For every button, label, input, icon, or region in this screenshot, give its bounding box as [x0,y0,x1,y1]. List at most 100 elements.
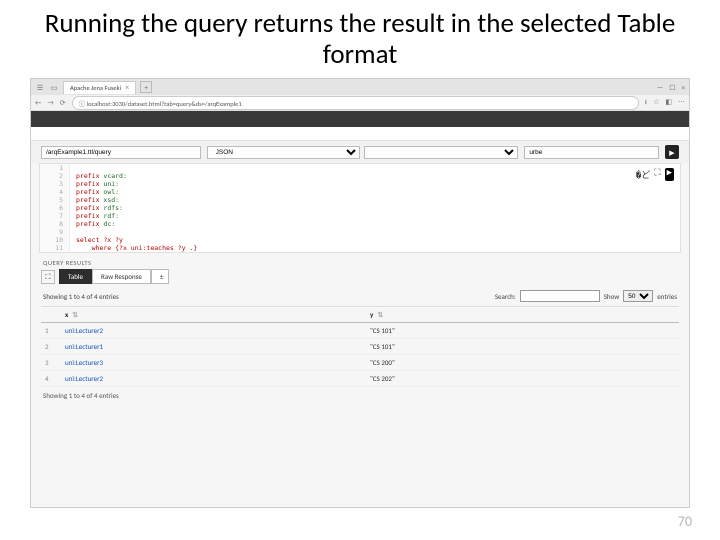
play-icon[interactable]: ▶ [665,168,674,181]
menu-icon[interactable]: ☰ [35,82,45,92]
cell-y: "CS 101" [370,342,675,351]
tab-title: Apache Jena Fuseki [70,84,121,92]
code-line[interactable]: 5prefix xsd: [40,196,680,204]
code-line[interactable]: 8prefix dc: [40,220,680,228]
url-input[interactable]: ⓘ localhost:3030/dataset.html?tab=query&… [72,96,639,110]
tab-table[interactable]: Table [59,269,92,284]
gutter: 8 [40,220,70,228]
cell-index: 4 [45,374,65,383]
entries-label: entries [657,292,677,301]
fullscreen-icon[interactable]: ⛶ [654,168,660,181]
gutter: 11 [40,244,70,252]
window-icon: ▭ [49,82,59,92]
table-header-row: x⇅ y⇅ [41,307,679,323]
browser-window: ☰ ▭ Apache Jena Fuseki × + — ☐ × ← → ⟳ ⓘ… [30,78,690,508]
code-line[interactable]: 7prefix rdf: [40,212,680,220]
cell-x[interactable]: uni:Lecturer2 [65,374,370,383]
dataset-input[interactable] [41,146,201,159]
code-line[interactable]: 4prefix owl: [40,188,680,196]
minimize-icon[interactable]: — [657,83,663,92]
close-window-icon[interactable]: × [682,83,686,92]
gutter: 5 [40,196,70,204]
code-line[interactable]: 9 [40,228,680,236]
table-row: 1uni:Lecturer2"CS 101" [41,323,679,339]
col-x[interactable]: x⇅ [65,310,370,319]
content-type-input[interactable] [524,146,659,159]
show-label: Show [604,292,620,301]
new-tab-button[interactable]: + [140,81,152,93]
browser-tab[interactable]: Apache Jena Fuseki × [63,81,136,94]
code-line[interactable]: 11 where {?x uni:teaches ?y .} [40,244,680,252]
run-query-button[interactable]: ▶ [665,145,679,159]
toggle-columns-button[interactable]: ± [151,269,169,284]
code-line[interactable]: 10select ?x ?y [40,236,680,244]
code-text: prefix vcard: [70,172,131,180]
col-y[interactable]: y⇅ [370,310,675,319]
search-label: Search: [495,292,516,301]
download-icon[interactable]: ⭳ [645,97,647,109]
gutter: 10 [40,236,70,244]
format-select[interactable]: JSON [207,146,361,159]
code-text: prefix owl: [70,188,123,196]
table-row: 4uni:Lecturer2"CS 202" [41,371,679,387]
code-line[interactable]: 2prefix vcard: [40,172,680,180]
address-bar-row: ← → ⟳ ⓘ localhost:3030/dataset.html?tab=… [31,95,689,111]
sort-icon: ⇅ [72,310,78,319]
gutter: 9 [40,228,70,236]
app-header-strip [31,111,689,127]
query-controls-row: JSON ▶ [31,141,689,163]
back-icon[interactable]: ← [35,98,41,107]
code-text [70,164,76,172]
browser-tabbar: ☰ ▭ Apache Jena Fuseki × + — ☐ × [31,79,689,95]
reload-icon[interactable]: ⟳ [60,98,66,107]
table-footer: Showing 1 to 4 of 4 entries [31,387,689,404]
page-size-select[interactable]: 50 [623,290,653,302]
code-text: prefix xsd: [70,196,123,204]
format-select-2[interactable] [364,146,518,159]
code-line[interactable]: 6prefix rdfs: [40,204,680,212]
table-row: 3uni:Lecturer3"CS 200" [41,355,679,371]
gutter: 1 [40,164,70,172]
gutter: 2 [40,172,70,180]
gutter: 3 [40,180,70,188]
extensions-icon[interactable]: ◧ [665,97,672,109]
cell-y: "CS 200" [370,358,675,367]
results-header: QUERY RESULTS [31,253,689,269]
slide-title: Running the query returns the result in … [0,0,720,72]
search-input[interactable] [520,290,600,302]
gutter: 4 [40,188,70,196]
expand-icon[interactable]: ⛶ [41,270,55,284]
gutter: 6 [40,204,70,212]
overflow-icon[interactable]: ⋯ [678,97,685,109]
bookmark-icon[interactable]: ☆ [653,97,659,109]
result-view-tabs: ⛶ Table Raw Response ± [31,269,689,288]
code-text: prefix rdfs: [70,204,127,212]
forward-icon[interactable]: → [47,98,53,107]
code-line[interactable]: 3prefix uni: [40,180,680,188]
url-text: localhost:3030/dataset.html?tab=query&ds… [87,100,242,108]
cell-index: 2 [45,342,65,351]
sparql-editor[interactable]: �ど ⛶ ▶ 12prefix vcard: 3prefix uni: 4pre… [39,163,681,253]
tab-raw-response[interactable]: Raw Response [92,269,151,284]
cell-y: "CS 101" [370,326,675,335]
sub-header [31,127,689,141]
maximize-icon[interactable]: ☐ [669,83,675,92]
slide-number: 70 [678,513,692,530]
table-row: 2uni:Lecturer1"CS 101" [41,339,679,355]
sort-icon: ⇅ [377,310,383,319]
results-table: x⇅ y⇅ 1uni:Lecturer2"CS 101"2uni:Lecture… [41,306,679,387]
share-icon[interactable]: �ど [636,168,650,181]
code-text [70,228,76,236]
close-icon[interactable]: × [125,83,129,93]
cell-x[interactable]: uni:Lecturer3 [65,358,370,367]
cell-x[interactable]: uni:Lecturer1 [65,342,370,351]
cell-index: 3 [45,358,65,367]
cell-x[interactable]: uni:Lecturer2 [65,326,370,335]
cell-index: 1 [45,326,65,335]
code-line[interactable]: 1 [40,164,680,172]
cell-y: "CS 202" [370,374,675,383]
window-controls: — ☐ × [657,83,685,92]
code-text: select ?x ?y [70,236,123,244]
table-controls: Showing 1 to 4 of 4 entries Search: Show… [31,288,689,306]
editor-toolbar: �ど ⛶ ▶ [636,168,674,181]
